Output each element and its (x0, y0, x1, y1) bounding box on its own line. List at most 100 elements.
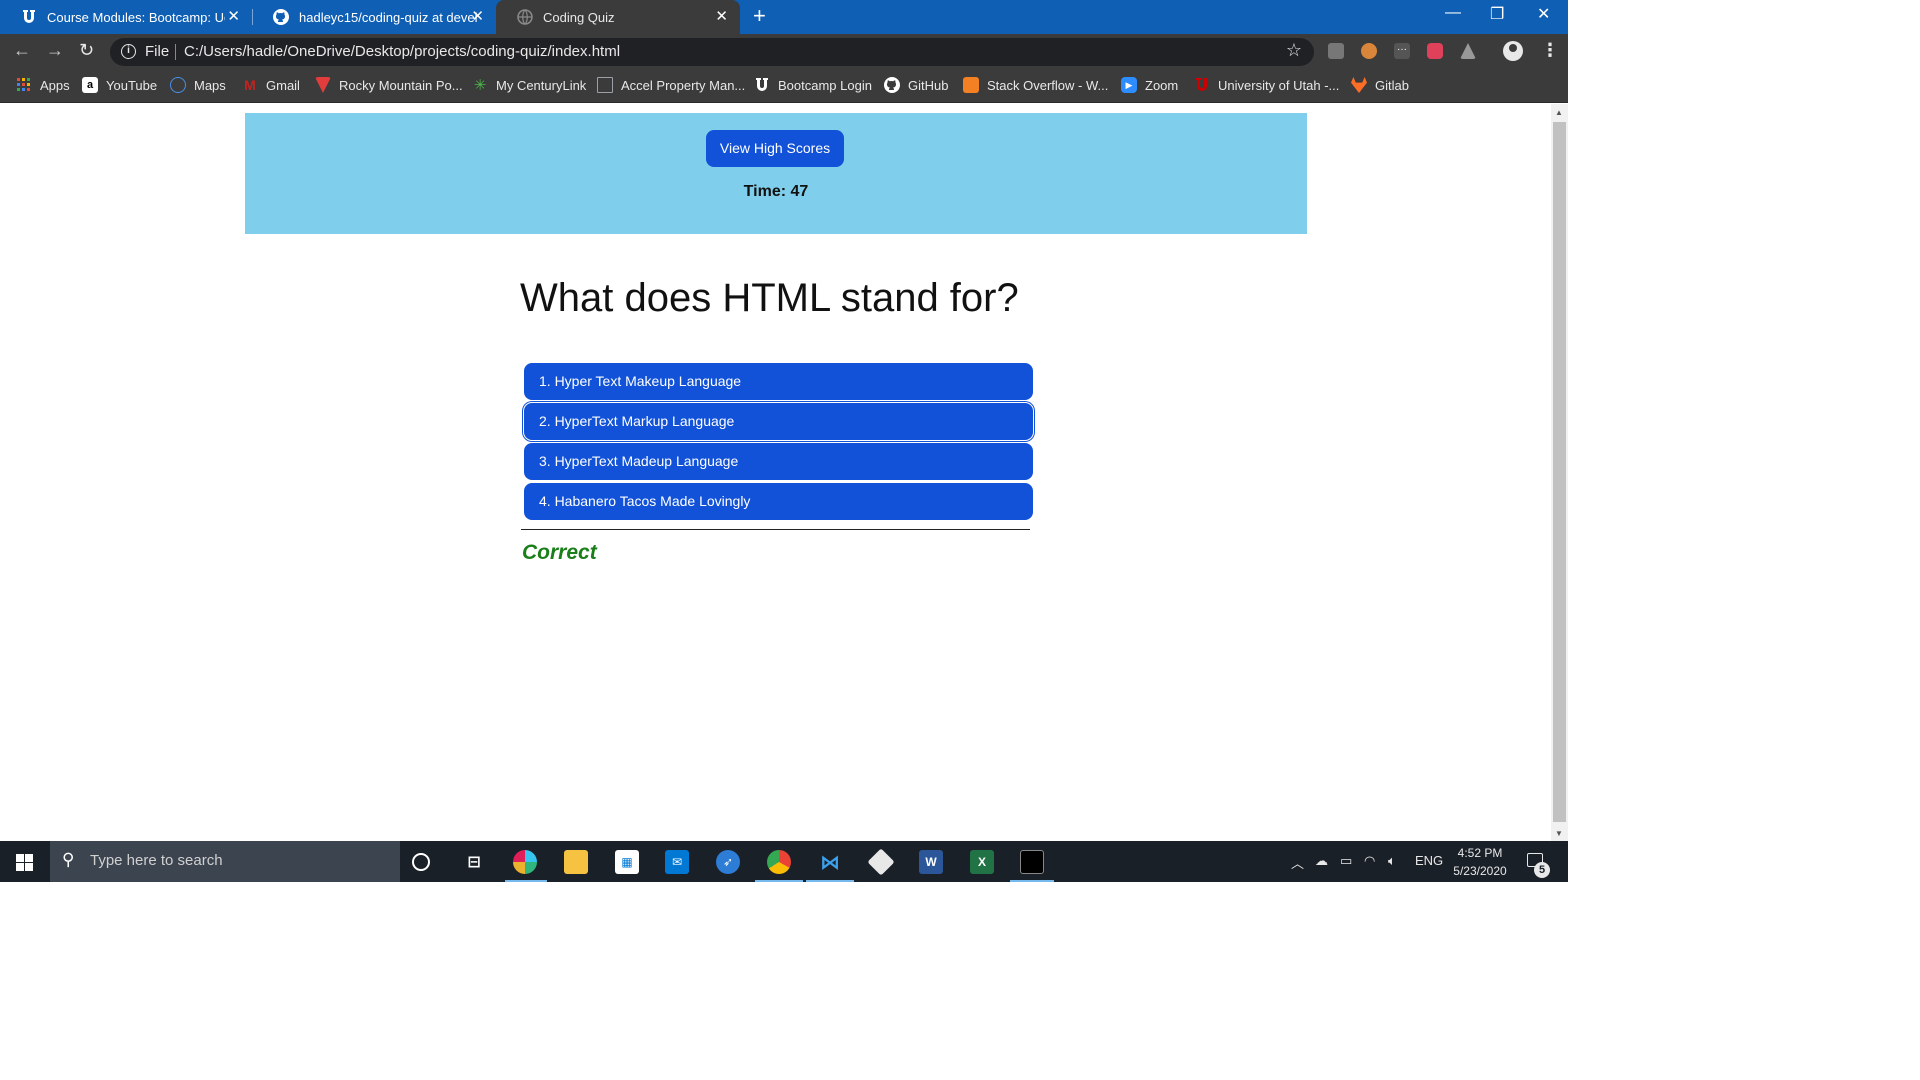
cortana-icon[interactable] (412, 853, 430, 871)
restore-icon[interactable]: ❐ (1490, 4, 1504, 24)
taskbar-clock[interactable]: 4:52 PM 5/23/2020 (1444, 844, 1516, 880)
bookmark-university-of-utah[interactable]: University of Utah -... (1194, 77, 1339, 93)
excel-icon[interactable]: X (970, 850, 994, 874)
bookmark-stack-overflow[interactable]: Stack Overflow - W... (963, 77, 1108, 93)
bookmark-label: Zoom (1145, 77, 1179, 93)
answer-button-4[interactable]: 4. Habanero Tacos Made Lovingly (524, 483, 1033, 520)
github-icon (884, 77, 900, 93)
stackoverflow-icon (963, 77, 979, 93)
timer-label: Time: (743, 183, 787, 200)
info-icon[interactable]: i (121, 44, 136, 59)
answer-feedback: Correct (522, 541, 597, 564)
bookmark-label: Apps (40, 77, 70, 93)
centurylink-icon: ✳ (473, 77, 487, 94)
bookmark-star-icon[interactable]: ☆ (1286, 40, 1302, 61)
bookmark-youtube[interactable]: a YouTube (82, 77, 157, 93)
extension-icon[interactable] (1328, 43, 1344, 59)
bookmark-github[interactable]: GitHub (884, 77, 948, 93)
menu-kebab-icon[interactable]: ⋮ (1541, 40, 1559, 61)
view-high-scores-button[interactable]: View High Scores (706, 130, 844, 167)
bookmark-bootcamp-login[interactable]: Bootcamp Login (754, 77, 872, 93)
bookmark-centurylink[interactable]: ✳ My CenturyLink (472, 77, 587, 94)
onedrive-icon[interactable]: ☁ (1315, 853, 1328, 869)
tab-title: Coding Quiz (543, 9, 615, 25)
bookmark-label: Maps (194, 77, 226, 93)
address-separator (175, 44, 176, 60)
bookmark-label: My CenturyLink (496, 77, 587, 93)
wifi-icon[interactable]: ◠ (1364, 853, 1375, 869)
answer-list: 1. Hyper Text Makeup Language 2. HyperTe… (524, 363, 1033, 523)
tab-coding-quiz[interactable]: Coding Quiz ✕ (496, 0, 740, 34)
bookmark-maps[interactable]: Maps (170, 77, 226, 93)
language-indicator[interactable]: ENG (1415, 853, 1443, 868)
bookmark-label: Bootcamp Login (778, 77, 872, 93)
zoom-icon: ▶ (1121, 77, 1137, 93)
close-tab-icon[interactable]: ✕ (471, 8, 484, 26)
reload-icon[interactable]: ↻ (79, 40, 94, 61)
forward-icon[interactable]: → (46, 40, 64, 61)
github-icon (272, 8, 290, 26)
slack-icon[interactable] (513, 850, 537, 874)
chrome-icon[interactable] (767, 850, 791, 874)
bookmark-gmail[interactable]: M Gmail (242, 77, 300, 93)
bookmark-gitlab[interactable]: Gitlab (1351, 77, 1409, 93)
active-indicator (755, 880, 803, 882)
question-title: What does HTML stand for? (520, 276, 1019, 320)
more-extension-icon[interactable]: ··· (1394, 43, 1410, 59)
safari-like-icon[interactable]: ➶ (716, 850, 740, 874)
drive-extension-icon[interactable] (1460, 43, 1476, 59)
git-icon[interactable] (867, 848, 895, 876)
page-scrollbar[interactable]: ▲ ▼ (1551, 104, 1568, 841)
vscode-icon[interactable]: ⋈ (818, 850, 842, 874)
word-icon[interactable]: W (919, 850, 943, 874)
scrollbar-thumb[interactable] (1553, 122, 1566, 822)
record-extension-icon[interactable] (1427, 43, 1443, 59)
search-placeholder: Type here to search (90, 852, 223, 869)
tab-title: Course Modules: Bootcamp: UofU (47, 9, 225, 25)
scroll-up-icon[interactable]: ▲ (1555, 108, 1563, 117)
volume-icon[interactable]: 🔈︎ (1388, 853, 1396, 869)
close-window-icon[interactable]: ✕ (1537, 4, 1550, 24)
answer-button-2[interactable]: 2. HyperText Markup Language (524, 403, 1033, 440)
cookie-extension-icon[interactable] (1361, 43, 1377, 59)
timer: Time: 47 (245, 183, 1307, 201)
page-viewport: View High Scores Time: 47 What does HTML… (0, 104, 1551, 841)
tab-title: hadleyc15/coding-quiz at develop (299, 9, 477, 25)
file-explorer-icon[interactable] (564, 850, 588, 874)
bookmark-accel-property[interactable]: Accel Property Man... (597, 77, 745, 93)
bookmark-rocky-mountain[interactable]: Rocky Mountain Po... (315, 77, 463, 93)
tab-course-modules[interactable]: Course Modules: Bootcamp: UofU ✕ (0, 0, 252, 34)
battery-icon[interactable]: ▭ (1340, 853, 1352, 869)
back-icon[interactable]: ← (13, 40, 31, 61)
scroll-down-icon[interactable]: ▼ (1555, 829, 1563, 838)
minimize-icon[interactable]: — (1445, 4, 1461, 22)
bookmark-apps[interactable]: Apps (16, 77, 70, 93)
close-tab-icon[interactable]: ✕ (715, 8, 728, 26)
bookmarks-bar: Apps a YouTube Maps M Gmail Rocky Mounta… (0, 70, 1568, 103)
bookmark-zoom[interactable]: ▶ Zoom (1121, 77, 1178, 93)
feedback-divider (521, 529, 1030, 530)
url-text[interactable]: C:/Users/hadle/OneDrive/Desktop/projects… (184, 43, 620, 60)
tab-github-repo[interactable]: hadleyc15/coding-quiz at develop ✕ (252, 0, 496, 34)
active-indicator (1010, 880, 1054, 882)
answer-button-3[interactable]: 3. HyperText Madeup Language (524, 443, 1033, 480)
address-bar[interactable]: i File C:/Users/hadle/OneDrive/Desktop/p… (110, 38, 1314, 66)
taskbar-search[interactable]: ⚲ Type here to search (50, 841, 400, 882)
tray-chevron-icon[interactable]: ︿ (1291, 853, 1304, 872)
bookmark-label: Accel Property Man... (621, 77, 746, 93)
profile-avatar-icon[interactable] (1503, 41, 1523, 61)
terminal-icon[interactable] (1020, 850, 1044, 874)
mail-icon[interactable]: ✉ (665, 850, 689, 874)
close-tab-icon[interactable]: ✕ (227, 8, 240, 26)
active-indicator (806, 880, 854, 882)
utah-u-icon (754, 77, 770, 93)
apps-grid-icon (16, 77, 32, 93)
notification-count: 5 (1534, 862, 1550, 878)
store-icon[interactable]: ▦ (615, 850, 639, 874)
utah-u-icon (20, 8, 38, 26)
answer-button-1[interactable]: 1. Hyper Text Makeup Language (524, 363, 1033, 400)
task-view-icon[interactable]: ⊟ (462, 850, 486, 874)
new-tab-icon[interactable]: + (753, 5, 766, 27)
windows-start-icon[interactable] (16, 854, 33, 871)
bookmark-label: University of Utah -... (1218, 77, 1340, 93)
